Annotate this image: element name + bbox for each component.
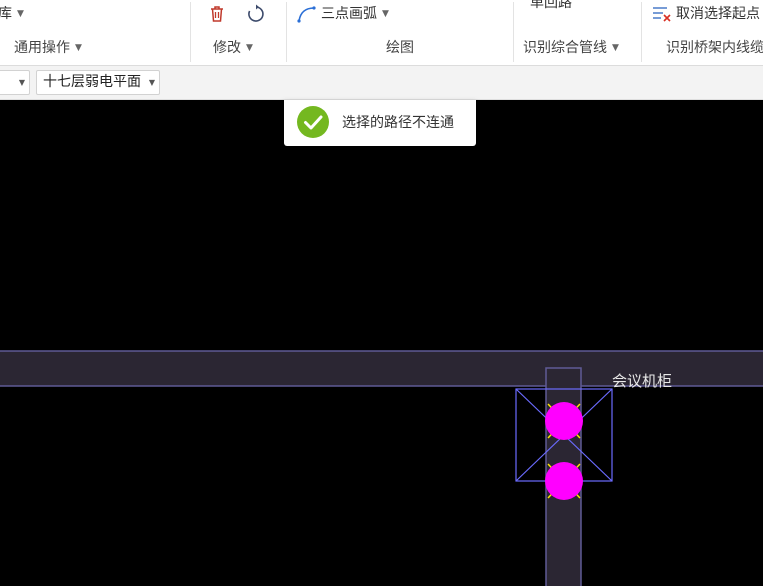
group-identify-pipelines[interactable]: 识别综合管线 ▼	[523, 39, 619, 57]
toast-notification: 选择的路径不连通	[284, 100, 476, 146]
room-label: 会议机柜	[612, 372, 673, 390]
chevron-down-icon: ▼	[18, 78, 25, 87]
drawing-canvas[interactable]: 会议机柜	[0, 100, 763, 586]
trash-icon[interactable]	[207, 4, 227, 24]
floor-select[interactable]: 十七层弱电平面 ▼	[36, 70, 160, 95]
chevron-down-icon: ▼	[246, 43, 253, 53]
group-modify-label: 修改	[213, 40, 241, 56]
single-loop-button[interactable]: 单回路	[530, 0, 572, 12]
chevron-down-icon: ▼	[612, 43, 619, 53]
rotate-icon[interactable]	[246, 4, 266, 24]
app-window: 库 ▼ 通用操作 ▼ 修改 ▼ 三点画弧 ▼ 绘图 单回路 识别综合管线 ▼ 取…	[0, 0, 763, 586]
device-marker-lower[interactable]	[545, 462, 583, 500]
cancel-select-start-button[interactable]: 取消选择起点	[676, 5, 760, 23]
check-circle-icon	[297, 106, 329, 138]
group-draw-label: 绘图	[386, 40, 414, 56]
layer-toolbar: ▼ 十七层弱电平面 ▼	[0, 66, 763, 100]
ribbon-divider	[286, 2, 287, 62]
toast-message: 选择的路径不连通	[342, 115, 454, 131]
arc-icon	[297, 6, 316, 23]
chevron-down-icon: ▼	[382, 9, 389, 19]
chevron-down-icon: ▼	[75, 43, 82, 53]
ribbon-toolbar: 库 ▼ 通用操作 ▼ 修改 ▼ 三点画弧 ▼ 绘图 单回路 识别综合管线 ▼ 取…	[0, 0, 763, 66]
ribbon-divider	[641, 2, 642, 62]
group-bridge-label: 识别桥架内线缆	[666, 40, 763, 56]
three-point-arc-button[interactable]: 三点画弧 ▼	[321, 5, 389, 23]
group-modify[interactable]: 修改 ▼	[213, 39, 253, 57]
group-identify-label: 识别综合管线	[523, 40, 607, 56]
chevron-down-icon: ▼	[17, 9, 24, 19]
layer-select[interactable]: ▼	[0, 70, 30, 95]
cancel-select-label: 取消选择起点	[676, 6, 760, 22]
floor-select-value: 十七层弱电平面	[43, 74, 141, 90]
library-button[interactable]: 库 ▼	[0, 5, 24, 23]
drawing-layer	[0, 350, 763, 586]
device-marker-upper[interactable]	[545, 402, 583, 440]
ribbon-divider	[513, 2, 514, 62]
cancel-select-icon	[653, 7, 671, 22]
group-general-label: 通用操作	[14, 40, 70, 56]
ribbon-divider	[190, 2, 191, 62]
arc-button-label: 三点画弧	[321, 6, 377, 22]
group-general-operations[interactable]: 通用操作 ▼	[14, 39, 82, 57]
single-loop-label: 单回路	[530, 0, 572, 11]
chevron-down-icon: ▼	[148, 78, 155, 87]
library-button-label: 库	[0, 6, 12, 22]
